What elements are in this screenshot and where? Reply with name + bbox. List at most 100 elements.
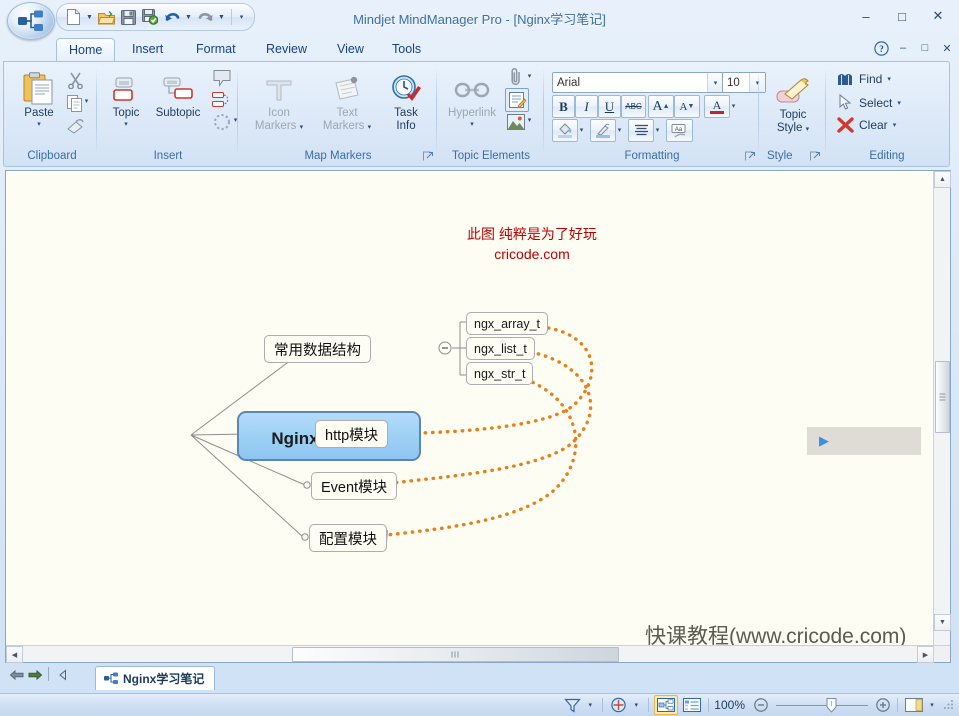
- select-button[interactable]: Select ▾: [834, 93, 904, 112]
- select-caret-icon[interactable]: ▾: [897, 100, 901, 107]
- back-button[interactable]: [9, 667, 25, 683]
- mdi-minimize-button[interactable]: –: [895, 39, 911, 57]
- undo-caret-icon[interactable]: ▼: [184, 7, 193, 27]
- mind-map-canvas[interactable]: 此图 纯粹是为了好玩 cricode.com Nginx学习笔记 常用数据结构 …: [7, 172, 932, 645]
- pane-caret-icon[interactable]: ▾: [925, 696, 939, 714]
- font-name-caret-icon[interactable]: ▾: [707, 73, 723, 92]
- clear-formatting-button[interactable]: Aa: [666, 119, 693, 142]
- outline-view-button[interactable]: [681, 696, 703, 714]
- close-button[interactable]: ✕: [925, 6, 951, 26]
- horizontal-scroll-thumb[interactable]: [292, 647, 619, 662]
- customize-qat-icon[interactable]: ▾: [237, 7, 246, 27]
- scroll-up-button[interactable]: ▲: [934, 171, 951, 188]
- image-button[interactable]: [505, 111, 527, 133]
- new-document-icon[interactable]: [63, 7, 83, 27]
- open-document-icon[interactable]: [96, 7, 116, 27]
- filter-button[interactable]: [562, 696, 583, 714]
- subtopic-button[interactable]: Subtopic: [147, 68, 209, 120]
- grow-font-button[interactable]: A ▲: [648, 95, 674, 118]
- mdi-close-button[interactable]: ✕: [939, 39, 955, 57]
- formatting-dialog-launcher[interactable]: [745, 150, 756, 161]
- icon-markers-caret-icon[interactable]: ▾: [300, 124, 304, 131]
- scroll-left-button[interactable]: ◀: [6, 646, 23, 663]
- application-menu-button[interactable]: [7, 2, 55, 40]
- zoom-slider[interactable]: [776, 697, 868, 713]
- bold-button[interactable]: B: [552, 95, 575, 118]
- document-tab-0[interactable]: Nginx学习笔记: [95, 666, 216, 690]
- icon-markers-button[interactable]: Icon Markers ▾: [248, 68, 310, 132]
- task-pane-toggle-button[interactable]: [903, 696, 925, 714]
- subtopic-2[interactable]: ngx_str_t: [466, 362, 534, 385]
- forward-button[interactable]: [27, 667, 43, 683]
- fill-color-button[interactable]: [552, 119, 578, 142]
- clear-button[interactable]: Clear ▾: [834, 116, 899, 134]
- line-color-button[interactable]: [590, 119, 616, 142]
- canvas-horizontal-scrollbar[interactable]: ◀ ▶: [6, 645, 934, 663]
- relationship-button[interactable]: [211, 89, 233, 111]
- scroll-down-button[interactable]: ▼: [934, 614, 951, 631]
- zoom-slider-thumb[interactable]: [826, 697, 837, 713]
- branch-topic-0[interactable]: 常用数据结构: [264, 335, 371, 363]
- attachment-button[interactable]: [505, 66, 527, 88]
- mdi-restore-button[interactable]: □: [917, 39, 933, 57]
- branch-topic-3[interactable]: 配置模块: [309, 524, 387, 552]
- save-and-publish-icon[interactable]: [140, 7, 160, 27]
- format-painter-button[interactable]: [64, 115, 86, 137]
- callout-topic-button[interactable]: [211, 67, 233, 89]
- minimize-button[interactable]: –: [853, 6, 879, 26]
- vertical-scroll-thumb[interactable]: [935, 361, 950, 433]
- text-markers-caret-icon[interactable]: ▾: [368, 124, 372, 131]
- tab-tools[interactable]: Tools: [380, 38, 433, 62]
- scroll-right-button[interactable]: ▶: [917, 646, 934, 663]
- underline-button[interactable]: U: [598, 95, 621, 118]
- text-markers-button[interactable]: Text Markers ▾: [316, 68, 378, 132]
- copy-caret-icon[interactable]: ▾: [82, 92, 91, 109]
- redo-icon[interactable]: [195, 7, 215, 27]
- tab-home[interactable]: Home: [56, 38, 116, 63]
- map-view-button[interactable]: [654, 695, 679, 715]
- font-size-combobox[interactable]: 10 ▾: [722, 72, 766, 93]
- boundary-caret-icon[interactable]: ▾: [231, 111, 240, 129]
- topic-style-button[interactable]: Topic Style ▾: [765, 70, 821, 134]
- resize-grip[interactable]: [941, 698, 955, 712]
- canvas-vertical-scrollbar[interactable]: ▲ ▼: [933, 171, 951, 645]
- paste-button[interactable]: Paste ▾: [12, 68, 66, 128]
- line-color-caret-icon[interactable]: ▾: [615, 120, 624, 139]
- task-pane-toggle[interactable]: ▶: [807, 427, 921, 455]
- topic-caret-icon[interactable]: ▾: [124, 121, 128, 128]
- paste-caret-icon[interactable]: ▾: [37, 121, 41, 128]
- find-button[interactable]: Find ▾: [834, 70, 894, 87]
- fill-color-caret-icon[interactable]: ▾: [577, 120, 586, 139]
- new-document-caret-icon[interactable]: ▼: [85, 7, 94, 27]
- italic-button[interactable]: I: [575, 95, 598, 118]
- task-info-button[interactable]: Task Info: [382, 68, 430, 132]
- strikethrough-button[interactable]: ABC: [621, 95, 646, 118]
- rollup-button[interactable]: [608, 696, 629, 714]
- align-caret-icon[interactable]: ▾: [653, 120, 662, 139]
- boundary-button[interactable]: [211, 111, 233, 133]
- style-dialog-launcher[interactable]: [810, 150, 821, 161]
- map-markers-dialog-launcher[interactable]: [423, 150, 434, 161]
- previous-tab-button[interactable]: [55, 667, 71, 683]
- hyperlink-button[interactable]: Hyperlink ▾: [441, 68, 503, 128]
- hyperlink-caret-icon[interactable]: ▾: [470, 121, 474, 128]
- cut-button[interactable]: [64, 69, 86, 91]
- restore-button[interactable]: □: [889, 6, 915, 26]
- shrink-font-button[interactable]: A ▼: [674, 95, 700, 118]
- font-name-combobox[interactable]: Arial ▾: [552, 72, 724, 93]
- font-color-caret-icon[interactable]: ▾: [729, 96, 738, 115]
- branch-topic-1[interactable]: http模块: [315, 420, 389, 448]
- undo-icon[interactable]: [162, 7, 182, 27]
- zoom-out-button[interactable]: [752, 696, 770, 714]
- find-caret-icon[interactable]: ▾: [887, 76, 891, 83]
- image-caret-icon[interactable]: ▾: [525, 111, 534, 129]
- align-button[interactable]: [628, 119, 654, 142]
- tab-format[interactable]: Format: [184, 38, 248, 62]
- topic-style-caret-icon[interactable]: ▾: [806, 126, 810, 133]
- save-icon[interactable]: [118, 7, 138, 27]
- notes-button[interactable]: [505, 88, 529, 112]
- subtopic-1[interactable]: ngx_list_t: [466, 337, 535, 360]
- zoom-in-button[interactable]: [874, 696, 892, 714]
- branch-topic-2[interactable]: Event模块: [311, 472, 398, 500]
- filter-caret-icon[interactable]: ▾: [583, 696, 597, 714]
